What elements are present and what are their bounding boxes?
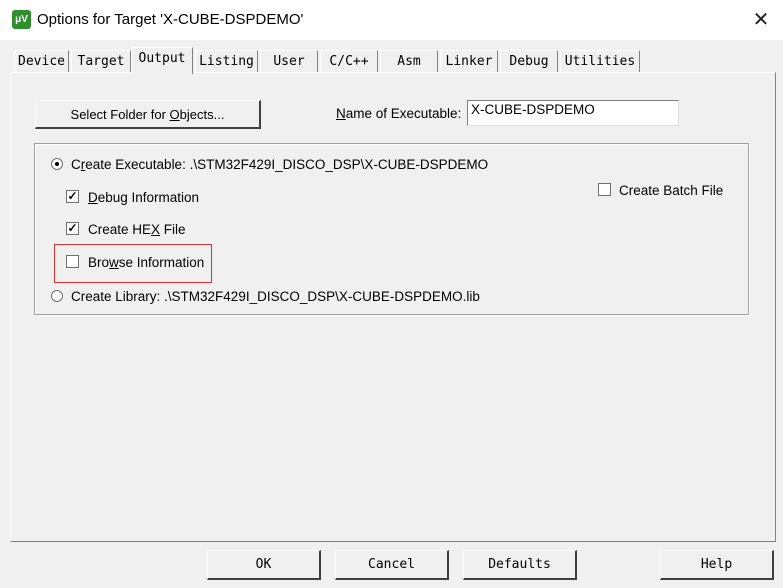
cancel-button[interactable]: Cancel xyxy=(335,550,449,580)
debug-info-text: ebug Information xyxy=(97,190,200,205)
tab-output[interactable]: Output xyxy=(131,47,193,74)
create-exec-text-a: C xyxy=(71,157,81,172)
tab-listing[interactable]: Listing xyxy=(195,50,258,72)
name-of-executable-label: Name of Executable: xyxy=(336,106,461,121)
select-folder-mnemonic: O xyxy=(169,107,180,122)
tab-device[interactable]: Device xyxy=(14,50,69,72)
title-bar: μV Options for Target 'X-CUBE-DSPDEMO' ✕ xyxy=(0,0,783,40)
create-hex-file-checkbox[interactable]: ✓ xyxy=(66,222,79,235)
tab-asm[interactable]: Asm xyxy=(380,50,438,72)
name-exec-mnemonic: N xyxy=(336,106,346,121)
create-executable-label: Create Executable: .\STM32F429I_DISCO_DS… xyxy=(71,157,488,172)
select-folder-label-rest: bjects... xyxy=(179,107,225,122)
hex-text-a: Create HE xyxy=(88,222,152,237)
debug-information-checkbox[interactable]: ✓ xyxy=(66,190,79,203)
debug-info-mnemonic: D xyxy=(88,190,98,205)
name-of-executable-input[interactable]: X-CUBE-DSPDEMO xyxy=(467,100,679,126)
create-batch-file-checkbox[interactable] xyxy=(598,183,611,196)
tab-linker[interactable]: Linker xyxy=(440,50,498,72)
tab-target[interactable]: Target xyxy=(71,50,131,72)
create-batch-file-label: Create Batch File xyxy=(619,183,724,198)
create-library-label: Create Library: .\STM32F429I_DISCO_DSP\X… xyxy=(71,289,480,304)
window-title: Options for Target 'X-CUBE-DSPDEMO' xyxy=(37,11,304,28)
help-button[interactable]: Help xyxy=(660,550,774,580)
create-exec-text-b: eate Executable: .\STM32F429I_DISCO_DSP\… xyxy=(85,157,489,172)
keil-uvision-icon: μV xyxy=(12,10,31,29)
defaults-button[interactable]: Defaults xyxy=(463,550,577,580)
hex-mnemonic: X xyxy=(151,222,161,237)
tab-utilities[interactable]: Utilities xyxy=(560,50,640,72)
close-icon[interactable]: ✕ xyxy=(749,8,773,32)
hex-text-b: File xyxy=(160,222,186,237)
name-exec-label-text: ame of Executable: xyxy=(345,106,462,121)
create-hex-file-label: Create HEX File xyxy=(88,222,186,237)
select-folder-label: Select Folder for xyxy=(70,107,170,122)
browse-information-highlight-box xyxy=(54,244,212,283)
select-folder-button[interactable]: Select Folder for Objects... xyxy=(35,100,261,129)
ok-button[interactable]: OK xyxy=(207,550,321,580)
tab-debug[interactable]: Debug xyxy=(500,50,558,72)
tab-c-cpp[interactable]: C/C++ xyxy=(320,50,378,72)
create-executable-radio[interactable] xyxy=(51,158,63,170)
tab-user[interactable]: User xyxy=(260,50,318,72)
create-library-radio[interactable] xyxy=(51,290,63,302)
debug-information-label: Debug Information xyxy=(88,190,199,205)
